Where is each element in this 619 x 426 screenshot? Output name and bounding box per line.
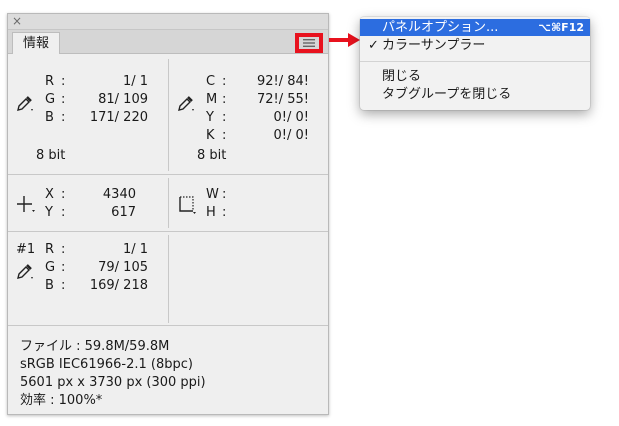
wh-readout: W: H: [169,175,329,231]
value-y: 0!/ 0! [273,110,309,125]
selection-size-icon[interactable] [177,195,197,215]
panel-titlebar: × [8,14,328,30]
label-g: G [45,92,56,107]
document-dimensions: 5601 px x 3730 px (300 ppi) [20,375,206,390]
menu-item-color-sampler[interactable]: ✓ カラーサンプラー [360,37,590,54]
efficiency: 効率 : 100%* [20,393,103,408]
menu-item-label: 閉じる [382,69,422,84]
label-w: W [206,187,219,202]
label-x: X [45,187,54,202]
close-icon[interactable]: × [12,13,22,29]
rgb-readout: R: 1/ 1 G: 81/ 109 B: 171/ 220 8 bit [8,54,168,174]
sampler-id: #1 [16,242,36,257]
menu-item-label: タブグループを閉じる [382,87,512,102]
checkmark-icon: ✓ [368,38,379,53]
file-size: ファイル : 59.8M/59.8M [20,339,170,354]
menu-item-close[interactable]: 閉じる [360,68,590,85]
divider [8,325,328,326]
cmyk-readout: C: 92!/ 84! M: 72!/ 55! Y: 0!/ 0! K: 0!/… [169,54,329,174]
label-g: G [45,260,56,275]
value-r: 1/ 1 [122,74,148,89]
label-y-coord: Y [45,205,53,220]
menu-item-close-tab-group[interactable]: タブグループを閉じる [360,86,590,103]
divider [168,235,169,323]
color-sampler-icon[interactable] [16,262,34,280]
value-k: 0!/ 0! [273,128,309,143]
label-h: H [206,205,216,220]
crosshair-icon[interactable] [16,195,36,215]
value-g: 81/ 109 [98,92,148,107]
color-profile: sRGB IEC61966-2.1 (8bpc) [20,357,193,372]
value-r: 1/ 1 [122,242,148,257]
bit-depth: 8 bit [36,148,66,163]
eyedropper-icon[interactable] [16,94,34,112]
label-m: M [206,92,218,107]
label-y: Y [206,110,214,125]
bit-depth: 8 bit [197,148,227,163]
label-r: R [45,74,55,89]
menu-item-label: カラーサンプラー [382,38,486,53]
value-g: 79/ 105 [98,260,148,275]
label-b: B [45,110,54,125]
tab-info[interactable]: 情報 [12,32,60,54]
hamburger-icon [303,39,315,47]
value-b: 169/ 218 [89,278,148,293]
value-m: 72!/ 55! [256,92,309,107]
xy-readout: X: 4340 Y: 617 [8,175,168,231]
eyedropper-icon[interactable] [177,94,195,112]
callout-arrow-icon [329,33,360,47]
value-y-coord: 617 [111,205,136,220]
value-c: 92!/ 84! [256,74,309,89]
label-r: R [45,242,55,257]
menu-item-panel-options[interactable]: パネルオプション... ⌥⌘F12 [360,19,590,36]
menu-item-shortcut: ⌥⌘F12 [538,21,584,34]
panel-menu-button[interactable] [295,33,323,53]
label-k: K [206,128,215,143]
menu-separator [360,61,590,62]
value-b: 171/ 220 [89,110,148,125]
menu-item-label: パネルオプション... [382,20,499,35]
label-b: B [45,278,54,293]
panel-options-menu: パネルオプション... ⌥⌘F12 ✓ カラーサンプラー 閉じる タブグループを… [360,17,590,110]
label-c: C [206,74,216,89]
value-x: 4340 [102,187,136,202]
info-panel: × 情報 R: 1/ 1 G: 81/ 109 B: 171/ 220 8 … [7,13,329,415]
color-sampler-readout: #1 R: 1/ 1 G: 79/ 105 B: 169/ 218 [16,242,148,293]
tab-bar: 情報 [8,30,328,54]
